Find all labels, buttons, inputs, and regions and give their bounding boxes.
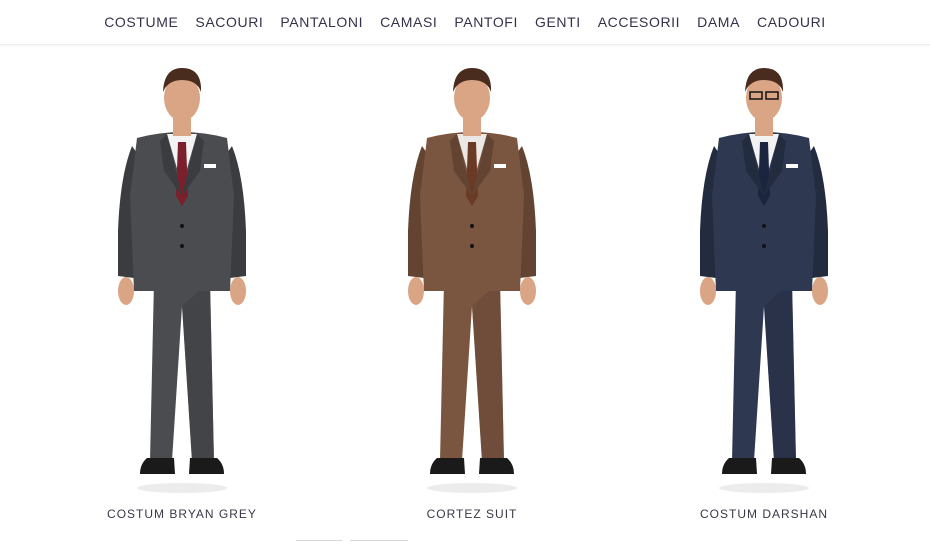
nav-item-cadouri[interactable]: CADOURI xyxy=(757,0,826,44)
pocket-square xyxy=(204,164,216,168)
right-hand xyxy=(520,277,536,305)
carousel-indicator xyxy=(0,540,930,544)
floor-shadow xyxy=(719,483,809,493)
right-shoe xyxy=(479,458,514,474)
product-card[interactable]: COSTUM DARSHAN xyxy=(614,46,914,544)
right-shoe xyxy=(771,458,806,474)
nav-item-genti[interactable]: GENTI xyxy=(535,0,581,44)
floor-shadow xyxy=(137,483,227,493)
product-grid: COSTUM BRYAN GREY CORTEZ SUIT COSTUM DAR… xyxy=(0,46,930,544)
tie xyxy=(176,142,188,206)
left-hand xyxy=(408,277,424,305)
right-hand xyxy=(812,277,828,305)
tie xyxy=(758,142,770,206)
pocket-square xyxy=(494,164,506,168)
trousers-shade xyxy=(764,281,796,461)
jacket-button xyxy=(762,244,766,248)
model-figure xyxy=(700,68,828,493)
right-shoe xyxy=(189,458,224,474)
jacket-button xyxy=(470,224,474,228)
trousers-shade xyxy=(472,281,504,461)
nav-item-costume[interactable]: COSTUME xyxy=(104,0,178,44)
left-shoe xyxy=(430,458,465,474)
carousel-dot[interactable] xyxy=(296,540,342,541)
floor-shadow xyxy=(427,483,517,493)
jacket-button xyxy=(180,244,184,248)
jacket-button xyxy=(762,224,766,228)
carousel-dot[interactable] xyxy=(350,540,408,541)
main-navigation: COSTUME SACOURI PANTALONI CAMASI PANTOFI… xyxy=(0,0,930,45)
model-figure xyxy=(408,68,536,493)
left-hand xyxy=(118,277,134,305)
nav-item-pantaloni[interactable]: PANTALONI xyxy=(280,0,363,44)
model-figure xyxy=(118,68,246,493)
product-image[interactable] xyxy=(322,46,622,496)
product-card[interactable]: CORTEZ SUIT xyxy=(322,46,622,544)
right-hand xyxy=(230,277,246,305)
jacket-button xyxy=(470,244,474,248)
product-name[interactable]: COSTUM BRYAN GREY xyxy=(32,507,332,521)
left-hand xyxy=(700,277,716,305)
left-shoe xyxy=(140,458,175,474)
pocket-square xyxy=(786,164,798,168)
product-name[interactable]: COSTUM DARSHAN xyxy=(614,507,914,521)
product-image[interactable] xyxy=(32,46,332,496)
trousers-shade xyxy=(182,281,214,461)
nav-item-accesorii[interactable]: ACCESORII xyxy=(598,0,680,44)
product-card[interactable]: COSTUM BRYAN GREY xyxy=(32,46,332,544)
jacket-button xyxy=(180,224,184,228)
product-image[interactable] xyxy=(614,46,914,496)
tie xyxy=(466,142,478,206)
nav-item-sacouri[interactable]: SACOURI xyxy=(195,0,263,44)
nav-item-pantofi[interactable]: PANTOFI xyxy=(454,0,518,44)
nav-item-camasi[interactable]: CAMASI xyxy=(380,0,437,44)
product-name[interactable]: CORTEZ SUIT xyxy=(322,507,622,521)
left-shoe xyxy=(722,458,757,474)
nav-item-dama[interactable]: DAMA xyxy=(697,0,740,44)
